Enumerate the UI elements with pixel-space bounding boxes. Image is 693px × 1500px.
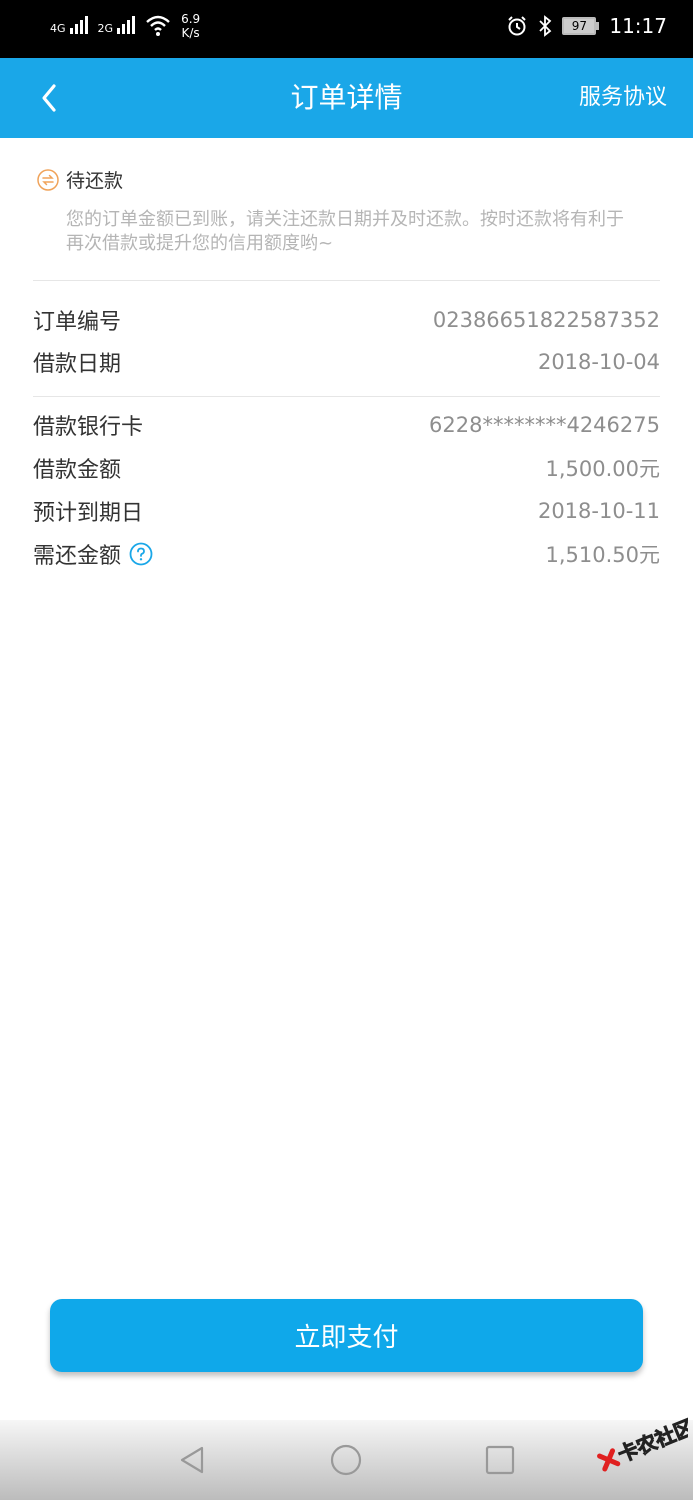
repay-amount-value: 1,510.50元	[545, 543, 660, 567]
bank-card-label: 借款银行卡	[33, 415, 144, 440]
speed-unit: K/s	[181, 26, 200, 40]
loan-date-value: 2018-10-04	[537, 350, 660, 374]
back-triangle-icon[interactable]	[174, 1442, 210, 1478]
due-date-row: 预计到期日 2018-10-11	[33, 495, 660, 527]
sim1-label: 4G	[50, 22, 66, 35]
repay-amount-row: 需还金额 1,510.50元	[33, 538, 660, 570]
home-circle-icon[interactable]	[328, 1442, 364, 1478]
help-icon[interactable]	[129, 542, 153, 566]
status-notice: 您的订单金额已到账，请关注还款日期并及时还款。按时还款将有利于再次借款或提升您的…	[66, 209, 624, 254]
pay-now-button[interactable]: 立即支付	[50, 1299, 643, 1372]
alarm-icon	[508, 16, 527, 36]
watermark-text: 卡农社区	[614, 1415, 688, 1467]
loan-amount-label: 借款金额	[33, 458, 122, 483]
system-nav-bar	[0, 1420, 693, 1500]
repay-amount-label: 需还金额	[33, 544, 122, 569]
clock: 11:17	[609, 14, 667, 38]
status-label: 待还款	[66, 170, 124, 192]
due-date-label: 预计到期日	[33, 501, 144, 526]
service-agreement-link[interactable]: 服务协议	[579, 84, 667, 112]
divider	[33, 280, 660, 281]
order-number-value: 02386651822587352	[432, 308, 660, 332]
speed-value: 6.9	[181, 12, 201, 26]
app-header: 订单详情 服务协议	[0, 58, 693, 138]
network-speed: 6.9 K/s	[181, 12, 200, 40]
order-number-label: 订单编号	[33, 310, 122, 335]
exchange-icon	[37, 168, 59, 191]
signal-icon-2: 2G	[98, 12, 136, 34]
order-number-row: 订单编号 02386651822587352	[33, 304, 660, 336]
battery-icon: 97	[562, 17, 600, 35]
order-status: 待还款	[36, 166, 123, 193]
bluetooth-icon	[539, 15, 552, 37]
loan-amount-value: 1,500.00元	[545, 457, 660, 481]
battery-level: 97	[562, 17, 597, 35]
loan-date-label: 借款日期	[33, 352, 122, 377]
repay-amount-key: 需还金额	[33, 538, 153, 570]
recent-square-icon[interactable]	[482, 1442, 518, 1478]
sim2-label: 2G	[97, 22, 114, 35]
bank-card-value: 6228********4246275	[429, 413, 660, 437]
status-left: 4G 2G 6.9 K/s	[50, 12, 200, 40]
divider	[33, 396, 660, 397]
bank-card-row: 借款银行卡 6228********4246275	[33, 409, 660, 441]
wifi-icon	[146, 15, 170, 36]
status-bar: 4G 2G 6.9 K/s 97 11:17	[0, 0, 693, 58]
signal-icon: 4G	[50, 12, 88, 34]
due-date-value: 2018-10-11	[537, 499, 660, 523]
loan-amount-row: 借款金额 1,500.00元	[33, 452, 660, 484]
loan-date-row: 借款日期 2018-10-04	[33, 346, 660, 378]
watermark-logo-icon: 卡农社区	[597, 1414, 688, 1472]
status-right: 97 11:17	[506, 14, 667, 38]
